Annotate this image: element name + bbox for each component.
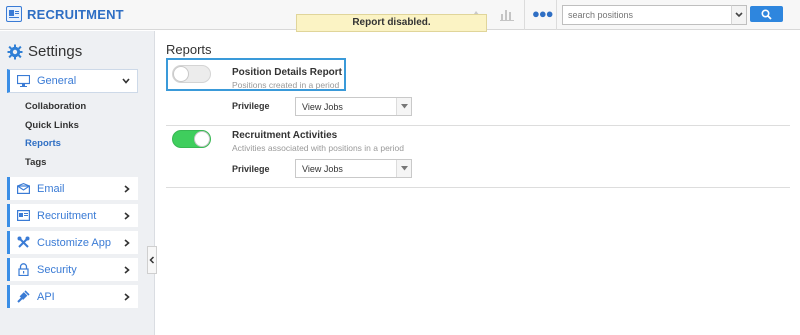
sidebar-item-label: Security [37,263,77,276]
privilege-select-value: View Jobs [302,164,343,174]
report-toggle-position-details[interactable] [172,65,211,83]
sidebar-item-email[interactable]: Email [7,177,138,200]
collapse-sidebar-handle[interactable] [147,246,157,274]
recruitment-logo-icon [6,6,22,22]
lock-icon [16,263,30,277]
toggle-knob [194,131,210,147]
report-name: Recruitment Activities [232,130,338,141]
divider [524,0,525,30]
id-card-icon [16,209,30,223]
report-name: Position Details Report [232,67,343,78]
chevron-right-icon [122,265,132,274]
more-options-icon[interactable]: ●●● [532,6,554,21]
report-description: Positions created in a period [232,80,340,90]
sidebar-item-label: Recruitment [37,209,97,222]
monitor-icon [16,74,30,88]
settings-title: Settings [28,43,83,60]
chevron-right-icon [122,292,132,301]
settings-header: Settings [7,43,82,60]
sidebar-item-security[interactable]: Security [7,258,138,281]
sidebar-item-api[interactable]: API [7,285,138,308]
toast-notification: Report disabled. [296,14,487,32]
chevron-right-icon [122,184,132,193]
sidebar-subitem-collaboration[interactable]: Collaboration [25,101,86,112]
report-toggle-recruitment-activities[interactable] [172,130,211,148]
toggle-knob [173,66,189,82]
search-input[interactable] [562,5,737,25]
divider [166,125,790,126]
tools-icon [16,236,30,250]
page-title: Reports [166,42,212,57]
envelope-icon [16,182,30,196]
search-button[interactable] [750,6,783,22]
chevron-right-icon [122,238,132,247]
sidebar-item-general[interactable]: General [7,69,138,93]
privilege-select[interactable]: View Jobs [295,159,412,178]
sidebar-item-label: General [37,75,77,87]
sidebar-item-label: Email [37,182,65,195]
chevron-right-icon [122,211,132,220]
sidebar: Settings General Collaboration Quick Lin… [0,31,155,335]
sidebar-item-customize-app[interactable]: Customize App [7,231,138,254]
sidebar-item-label: Customize App [37,236,111,249]
caret-down-icon [396,160,411,177]
privilege-label: Privilege [232,101,270,111]
app-title[interactable]: RECRUITMENT [27,7,124,22]
sidebar-item-label: API [37,290,55,303]
sidebar-subitem-reports[interactable]: Reports [25,138,61,149]
sidebar-subitem-tags[interactable]: Tags [25,157,46,168]
sidebar-subitem-quick-links[interactable]: Quick Links [25,120,79,131]
plug-icon [16,290,30,304]
bar-chart-icon[interactable] [500,7,514,26]
report-description: Activities associated with positions in … [232,143,404,153]
divider [556,0,557,30]
search-dropdown-chevron-icon[interactable] [731,5,747,25]
caret-down-icon [396,98,411,115]
chevron-left-icon [149,256,155,264]
search-icon [761,8,772,20]
gear-icon [7,44,23,59]
chevron-down-icon [121,78,131,84]
privilege-select[interactable]: View Jobs [295,97,412,116]
divider [166,187,790,188]
sidebar-item-recruitment[interactable]: Recruitment [7,204,138,227]
privilege-label: Privilege [232,164,270,174]
privilege-select-value: View Jobs [302,102,343,112]
